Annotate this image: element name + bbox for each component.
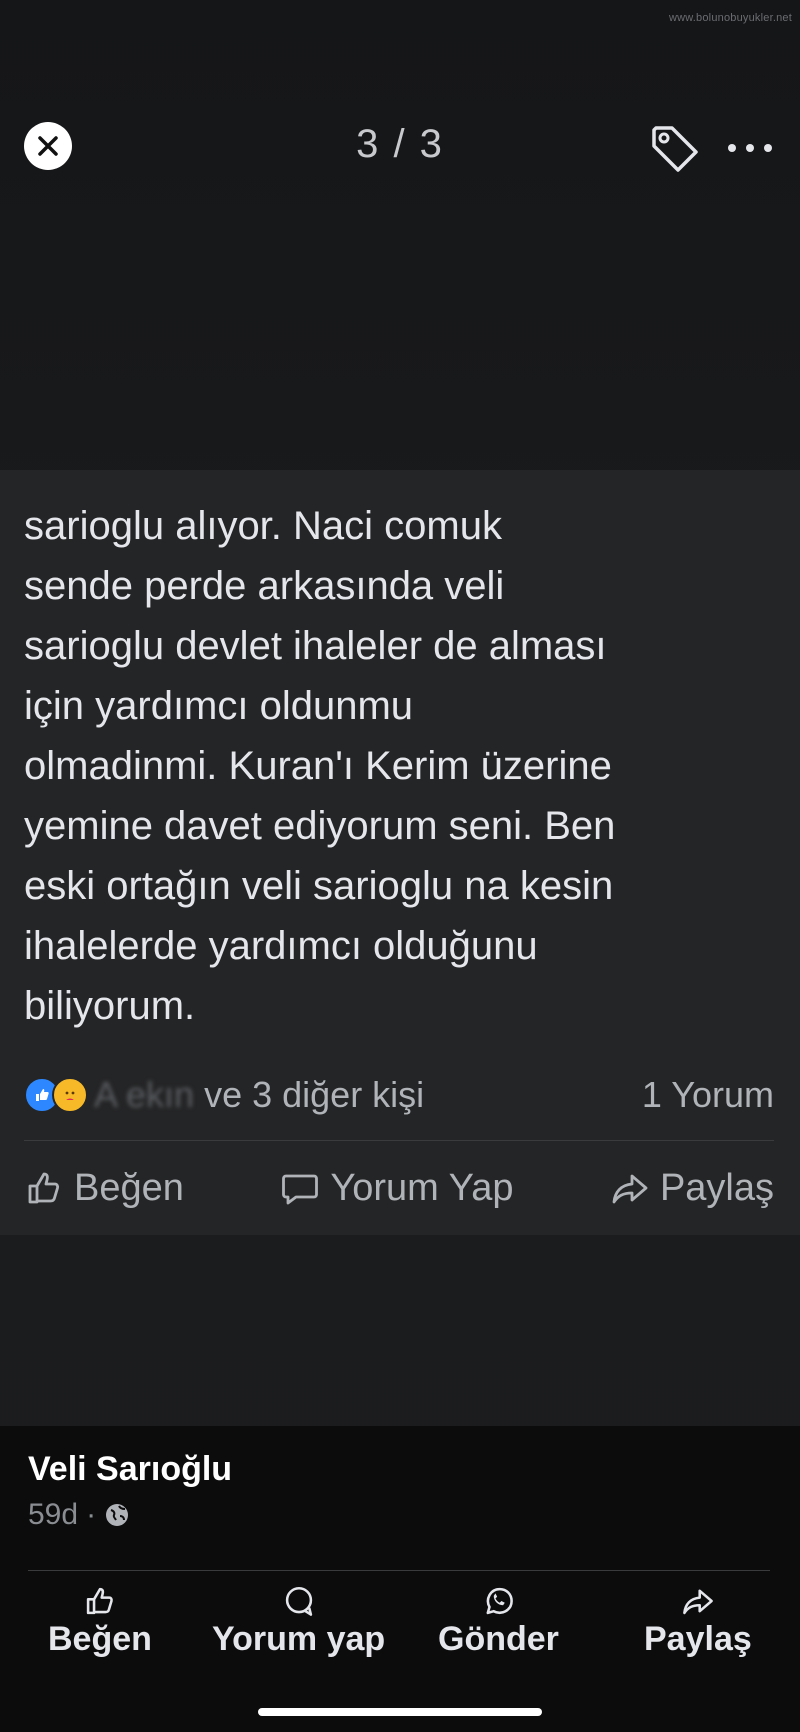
share-icon — [683, 1589, 713, 1615]
post-comment-button[interactable]: Yorum Yap — [280, 1167, 513, 1210]
tag-button[interactable] — [648, 122, 702, 176]
comment-icon — [285, 1586, 312, 1616]
share-label: Paylaş — [644, 1620, 752, 1658]
reactions-row[interactable]: A ekın ve 3 diğer kişi 1 Yorum — [24, 1070, 774, 1120]
post-time[interactable]: 59d — [28, 1498, 78, 1532]
send-label: Gönder — [438, 1620, 559, 1658]
more-button[interactable] — [728, 130, 772, 166]
share-button[interactable]: Paylaş — [644, 1584, 752, 1659]
reaction-icons — [24, 1077, 88, 1113]
comment-button[interactable]: Yorum yap — [212, 1584, 385, 1659]
reaction-names-blurred: A ekın — [94, 1074, 195, 1115]
post-actions: Beğen Yorum Yap Paylaş — [24, 1158, 774, 1218]
thumbs-up-icon — [86, 1587, 113, 1615]
tag-icon — [652, 126, 698, 172]
comment-icon — [282, 1174, 319, 1205]
comments-count[interactable]: 1 Yorum — [642, 1074, 774, 1116]
comment-label: Yorum yap — [212, 1620, 386, 1658]
more-icon — [728, 144, 736, 152]
meta-separator: · — [86, 1498, 97, 1531]
home-indicator[interactable] — [258, 1708, 542, 1716]
post-like-button[interactable]: Beğen — [24, 1167, 184, 1210]
more-icon — [746, 144, 754, 152]
post-like-label: Beğen — [74, 1166, 184, 1209]
like-label: Beğen — [48, 1620, 152, 1658]
post-comment-label: Yorum Yap — [330, 1166, 514, 1209]
more-icon — [764, 144, 772, 152]
thumbs-up-icon — [28, 1172, 60, 1204]
author-name[interactable]: Veli Sarıoğlu — [28, 1450, 232, 1489]
like-button[interactable]: Beğen — [48, 1584, 152, 1659]
whatsapp-icon — [486, 1587, 514, 1615]
post-share-button[interactable]: Paylaş — [610, 1167, 774, 1210]
reaction-names: A ekın ve 3 diğer kişi — [94, 1074, 424, 1116]
divider — [28, 1570, 770, 1571]
post-meta: 59d · — [28, 1498, 130, 1532]
care-reaction-icon — [52, 1077, 88, 1113]
globe-icon — [106, 1504, 129, 1526]
share-icon — [612, 1174, 648, 1204]
reaction-names-suffix: ve 3 diğer kişi — [194, 1074, 425, 1115]
post-text: sarioglu alıyor. Naci comuk sende perde … — [24, 504, 616, 1028]
bottom-actions: Beğen Yorum yap Gönder Paylaş — [0, 1584, 800, 1674]
post-share-label: Paylaş — [659, 1166, 774, 1209]
send-button[interactable]: Gönder — [438, 1584, 559, 1659]
watermark: www.bolunobuyukler.net — [668, 12, 792, 24]
photo-viewer: www.bolunobuyukler.net 3 / 3 sarioglu al… — [0, 0, 800, 1732]
divider — [24, 1140, 774, 1141]
